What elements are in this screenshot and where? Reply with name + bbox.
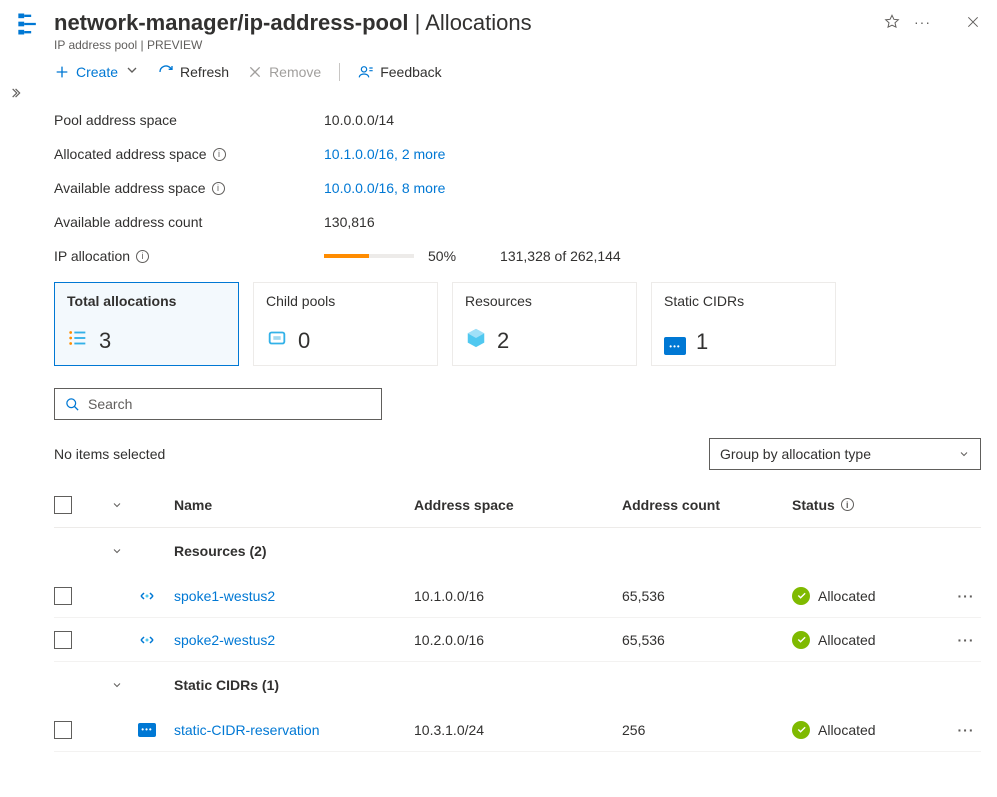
- row-address-space: 10.1.0.0/16: [414, 588, 622, 604]
- chevron-down-icon: [958, 448, 970, 460]
- resource-name-link[interactable]: static-CIDR-reservation: [174, 722, 319, 738]
- feedback-button[interactable]: Feedback: [358, 64, 441, 80]
- vnet-icon: [138, 631, 174, 649]
- row-address-count: 65,536: [622, 632, 792, 648]
- search-input-container[interactable]: [54, 388, 382, 420]
- row-address-count: 256: [622, 722, 792, 738]
- remove-button: Remove: [247, 64, 321, 80]
- available-address-space-label: Available address space: [54, 180, 206, 196]
- close-icon[interactable]: [965, 14, 981, 30]
- pool-resource-icon: [16, 10, 44, 38]
- available-address-count-value: 130,816: [324, 214, 375, 230]
- table-row[interactable]: •••static-CIDR-reservation 10.3.1.0/24256…: [54, 708, 981, 752]
- row-checkbox[interactable]: [54, 721, 72, 739]
- ip-allocation-detail: 131,328 of 262,144: [500, 248, 621, 264]
- row-checkbox[interactable]: [54, 587, 72, 605]
- row-more-menu[interactable]: ···: [958, 632, 975, 648]
- pool-address-space-value: 10.0.0.0/14: [324, 112, 394, 128]
- row-more-menu[interactable]: ···: [958, 722, 975, 738]
- table-row[interactable]: spoke2-westus2 10.2.0.0/1665,536Allocated…: [54, 618, 981, 662]
- page-title: network-manager/ip-address-pool | Alloca…: [54, 10, 884, 36]
- create-button[interactable]: Create: [54, 62, 140, 81]
- info-icon[interactable]: i: [213, 148, 226, 161]
- table-row[interactable]: spoke1-westus2 10.1.0.0/1665,536Allocated…: [54, 574, 981, 618]
- status-badge: Allocated: [792, 631, 876, 649]
- search-icon: [65, 397, 80, 412]
- group-label: Resources (2): [174, 543, 981, 559]
- search-input[interactable]: [88, 396, 371, 412]
- row-checkbox[interactable]: [54, 631, 72, 649]
- refresh-button[interactable]: Refresh: [158, 64, 229, 80]
- card-child-pools[interactable]: Child pools 0: [253, 282, 438, 366]
- vnet-icon: [138, 587, 174, 605]
- resource-name-link[interactable]: spoke2-westus2: [174, 632, 275, 648]
- row-address-space: 10.2.0.0/16: [414, 632, 622, 648]
- status-badge: Allocated: [792, 587, 876, 605]
- info-icon[interactable]: i: [136, 250, 149, 263]
- ip-allocation-label: IP allocation: [54, 248, 130, 264]
- row-address-space: 10.3.1.0/24: [414, 722, 622, 738]
- pool-address-space-label: Pool address space: [54, 112, 324, 128]
- expand-sidebar-icon[interactable]: [8, 86, 22, 103]
- page-subtitle: IP address pool | PREVIEW: [54, 38, 884, 52]
- column-name[interactable]: Name: [174, 497, 414, 513]
- allocated-address-space-link[interactable]: 10.1.0.0/16, 2 more: [324, 146, 445, 162]
- group-label: Static CIDRs (1): [174, 677, 981, 693]
- list-icon: [67, 327, 89, 355]
- cidr-icon: •••: [664, 329, 686, 356]
- info-icon[interactable]: i: [841, 498, 854, 511]
- select-all-checkbox[interactable]: [54, 496, 72, 514]
- available-address-space-link[interactable]: 10.0.0.0/16, 8 more: [324, 180, 445, 196]
- chevron-down-icon: [124, 62, 140, 81]
- group-toggle[interactable]: [96, 679, 138, 691]
- pool-icon: [266, 327, 288, 355]
- ip-allocation-progress: [324, 254, 414, 258]
- allocated-address-space-label: Allocated address space: [54, 146, 207, 162]
- more-menu-icon[interactable]: ···: [914, 14, 931, 30]
- column-status[interactable]: Status: [792, 497, 835, 513]
- resource-name-link[interactable]: spoke1-westus2: [174, 588, 275, 604]
- group-toggle[interactable]: [96, 545, 138, 557]
- status-badge: Allocated: [792, 721, 876, 739]
- ip-allocation-percent: 50%: [428, 248, 456, 264]
- column-address-count[interactable]: Address count: [622, 497, 792, 513]
- group-by-dropdown[interactable]: Group by allocation type: [709, 438, 981, 470]
- favorite-star-icon[interactable]: [884, 14, 900, 30]
- row-address-count: 65,536: [622, 588, 792, 604]
- cidr-icon: •••: [138, 723, 174, 737]
- selection-text: No items selected: [54, 446, 165, 462]
- info-icon[interactable]: i: [212, 182, 225, 195]
- cube-icon: [465, 327, 487, 355]
- column-address-space[interactable]: Address space: [414, 497, 622, 513]
- row-more-menu[interactable]: ···: [958, 588, 975, 604]
- card-resources[interactable]: Resources 2: [452, 282, 637, 366]
- available-address-count-label: Available address count: [54, 214, 324, 230]
- card-total-allocations[interactable]: Total allocations 3: [54, 282, 239, 366]
- card-static-cidrs[interactable]: Static CIDRs ••• 1: [651, 282, 836, 366]
- expand-all-toggle[interactable]: [96, 499, 138, 511]
